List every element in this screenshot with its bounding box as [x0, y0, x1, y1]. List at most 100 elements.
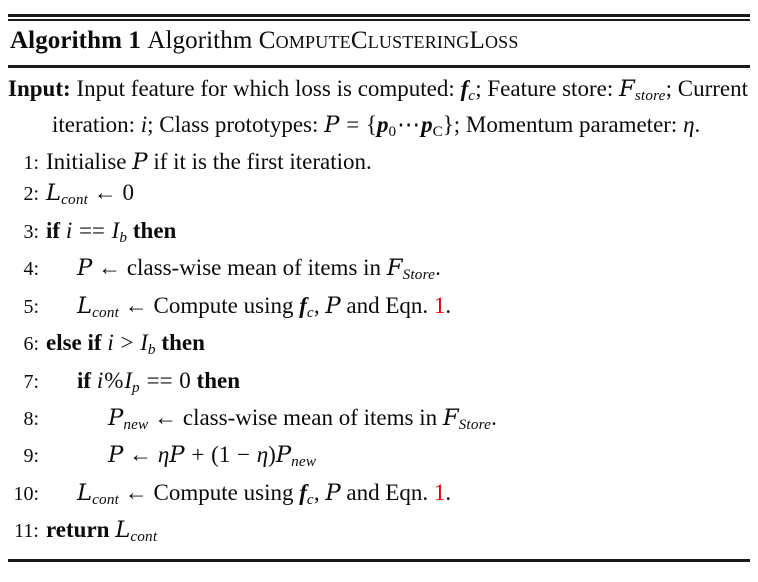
step-token-cal: L — [115, 517, 131, 544]
step-token-roman: Compute using — [153, 292, 300, 318]
step-token-sub: cont — [92, 490, 120, 508]
algorithm-block: Algorithm 1 Algorithm ComputeClusteringL… — [0, 14, 758, 582]
step-content: P ← class-wise mean of items in FStore. — [46, 253, 750, 290]
step-token-cal: P — [325, 479, 341, 506]
step-content: Pnew ← class-wise mean of items in FStor… — [46, 403, 750, 440]
symbol-fstore-base: F — [619, 76, 635, 102]
step-token-cal: P — [108, 442, 124, 469]
step-token-roman: and Eqn. — [340, 292, 434, 318]
step-token-op: % — [104, 367, 124, 393]
set-open-brace: { — [365, 111, 378, 137]
step-token-ref[interactable]: 1 — [434, 293, 446, 318]
step-token-mathit: I — [140, 330, 148, 356]
step-token-cal: L — [77, 292, 93, 319]
step-content: P ← ηP + (1 − η)Pnew — [46, 440, 750, 477]
step-token-sub: p — [132, 378, 140, 396]
ellipsis: ⋯ — [397, 111, 421, 137]
step-token-sub: cont — [130, 528, 158, 546]
algorithm-step: 5: Lcont ← Compute using fc, P and Eqn. 1… — [8, 291, 750, 328]
step-token-arrow: ← — [92, 255, 127, 281]
step-content: if i == Ib then — [46, 216, 750, 253]
step-token-sub: new — [291, 453, 317, 471]
step-content: Lcont ← 0 — [46, 178, 750, 215]
step-token-op: + — [185, 442, 211, 468]
algorithm-step: 11: return Lcont — [8, 515, 750, 552]
step-token-sub: Store — [402, 266, 436, 284]
step-token-cal: F — [442, 405, 459, 431]
step-number: 8: — [23, 408, 39, 430]
step-token-num: 0 — [122, 180, 135, 206]
step-token-sub: new — [123, 415, 149, 433]
step-token-kw: else if — [46, 330, 108, 356]
step-token-op: == — [73, 217, 111, 243]
step-token-arrow: ← — [148, 405, 183, 430]
step-token-arrow: ← — [123, 442, 158, 468]
input-text-part2: ; Feature store: — [475, 76, 614, 101]
step-token-mathit: I — [124, 367, 133, 393]
algorithm-label: Algorithm 1 — [10, 27, 141, 54]
step-number: 1: — [23, 151, 39, 174]
symbol-eta: η — [683, 111, 695, 137]
step-token-roman: . — [445, 479, 452, 505]
algorithm-step: 6: else if i > Ib then — [8, 328, 750, 365]
step-token-sub: c — [306, 303, 314, 321]
step-token-sub: b — [119, 228, 128, 246]
step-token-cal: P — [132, 148, 148, 175]
step-number: 7: — [23, 370, 39, 393]
algorithm-step: 9: P ← ηP + (1 − η)Pnew — [8, 440, 750, 477]
step-token-cal: P — [325, 292, 341, 319]
algorithm-step: 10: Lcont ← Compute using fc, P and Eqn. … — [8, 478, 750, 515]
step-token-cal: L — [77, 479, 93, 506]
step-content: Initialise P if it is the first iteratio… — [46, 147, 750, 178]
step-token-kw: return — [46, 517, 116, 543]
prototype-last-subscript: C — [432, 122, 443, 140]
prototype-first-base: p — [377, 111, 389, 137]
input-text-part4: ; Class prototypes: — [147, 111, 319, 137]
algorithm-step: 7: if i%Ip == 0 then — [8, 366, 750, 403]
step-token-roman: class-wise mean of items in — [182, 405, 443, 430]
input-text-part5: ; Momentum parameter: — [453, 111, 678, 137]
step-token-sub: Store — [458, 415, 492, 433]
algorithm-step: 3: if i == Ib then — [8, 216, 750, 253]
set-close-brace: } — [442, 111, 454, 137]
step-number: 10: — [13, 482, 39, 505]
input-period: . — [694, 111, 701, 137]
top-rule-outer — [8, 14, 750, 17]
step-token-num: ) — [268, 442, 276, 468]
step-token-sub: cont — [92, 303, 120, 321]
step-token-arrow: ← — [88, 180, 123, 206]
step-token-op: − — [236, 442, 250, 468]
algorithm-step: 8: Pnew ← class-wise mean of items in FSt… — [8, 403, 750, 440]
equals-sign: = — [346, 111, 360, 137]
step-content: if i%Ip == 0 then — [46, 366, 750, 403]
input-keyword: Input: — [8, 76, 71, 101]
bottom-rule — [8, 558, 750, 562]
prototype-first-subscript: 0 — [388, 122, 397, 140]
step-number: 9: — [23, 445, 39, 468]
step-content: Lcont ← Compute using fc, P and Eqn. 1. — [46, 478, 750, 515]
step-token-sub: cont — [61, 191, 89, 209]
step-token-mathit: i — [107, 330, 114, 356]
step-token-cal: P — [169, 442, 185, 469]
step-token-ref[interactable]: 1 — [434, 480, 446, 505]
step-token-roman: , — [313, 292, 326, 318]
step-token-sub: c — [306, 490, 314, 508]
step-token-kw: then — [127, 217, 177, 243]
prototype-last-base: p — [421, 111, 433, 137]
step-token-cal: P — [77, 255, 93, 282]
step-token-cal: P — [108, 405, 124, 431]
step-token-kw: then — [190, 367, 240, 393]
step-token-op: == — [140, 367, 179, 393]
step-token-roman: . — [445, 292, 452, 318]
input-block: Input: Input feature for which loss is c… — [8, 68, 750, 146]
step-token-num: 0 — [179, 367, 191, 393]
step-token-roman: . — [491, 405, 497, 430]
algorithm-steps-list: 1: Initialise P if it is the first iterat… — [8, 146, 750, 553]
step-token-arrow: ← — [119, 479, 154, 505]
step-token-bfit: f — [299, 292, 307, 318]
step-content: Lcont ← Compute using fc, P and Eqn. 1. — [46, 291, 750, 328]
step-content: return Lcont — [46, 515, 750, 552]
input-text-part1: Input feature for which loss is computed… — [76, 76, 455, 101]
step-token-roman: , — [313, 479, 326, 505]
step-number: 6: — [23, 333, 39, 356]
